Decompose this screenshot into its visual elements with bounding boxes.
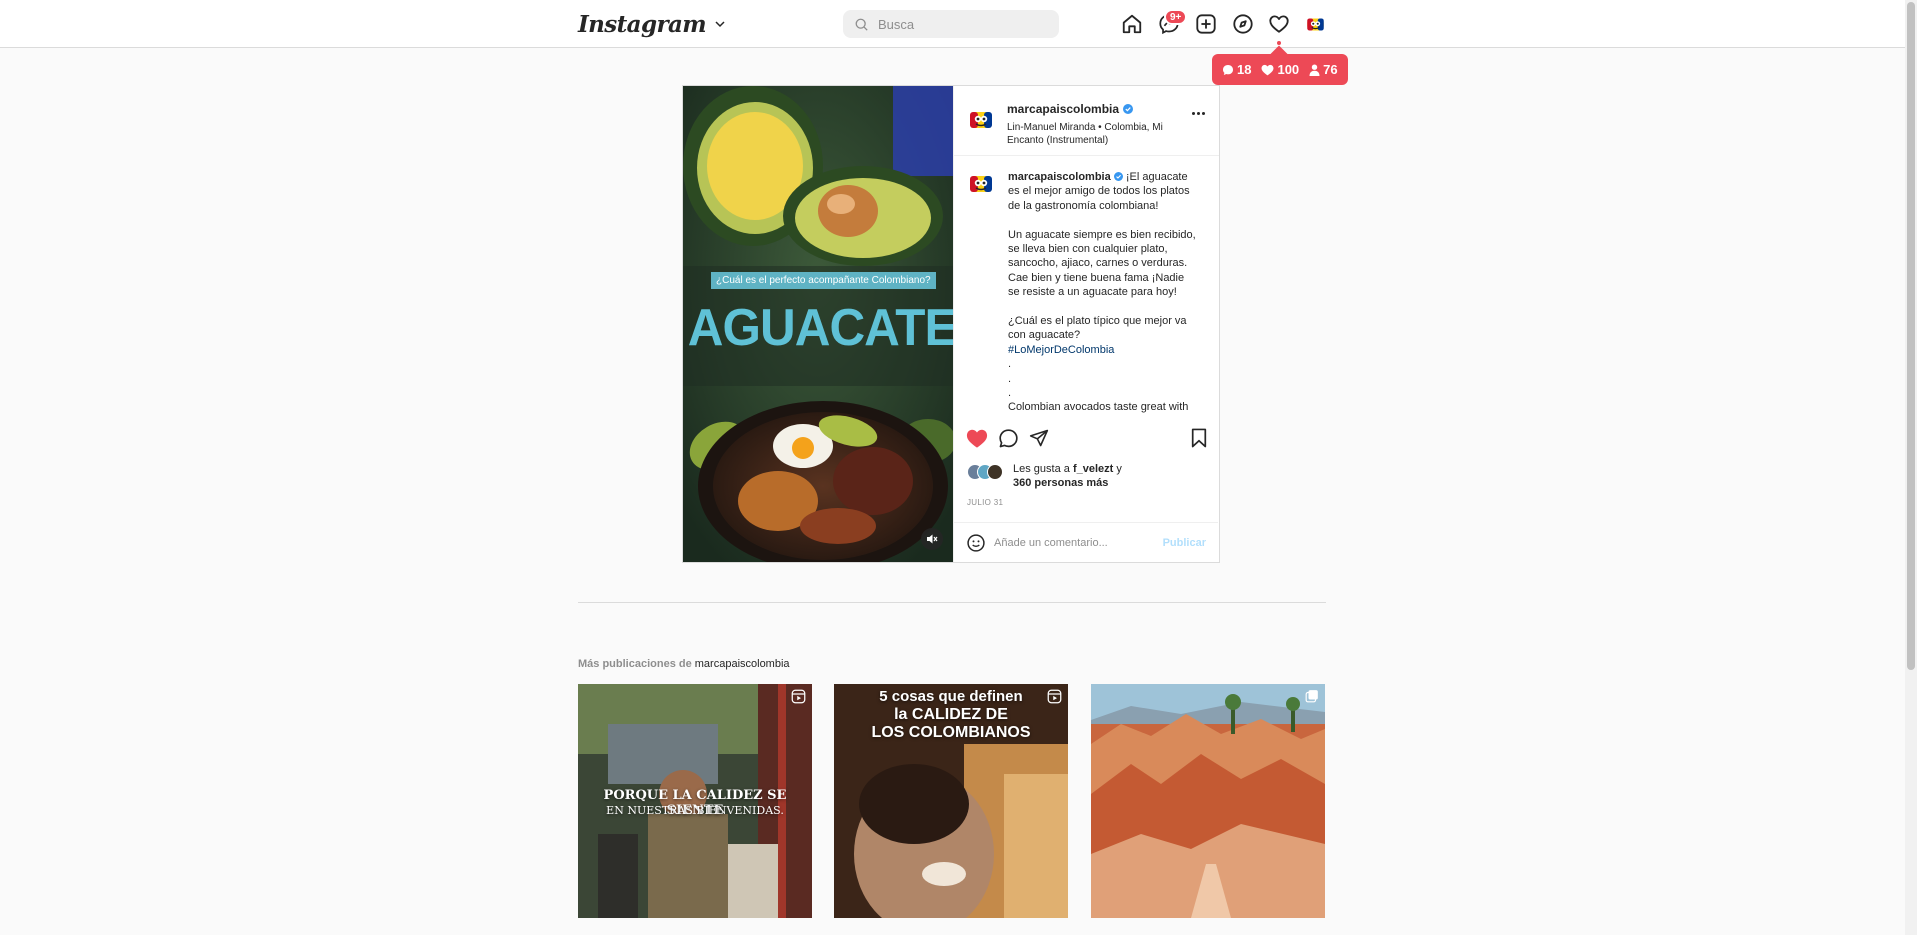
activity-dot [1277, 41, 1281, 45]
thumbnail-caption: EN NUESTRAS BIENVENIDAS. [606, 804, 784, 817]
home-icon[interactable] [1119, 11, 1145, 37]
scrollbar-thumb[interactable] [1907, 2, 1915, 670]
caption-author-avatar[interactable] [967, 170, 995, 198]
comment-bubble-icon [1223, 64, 1233, 75]
grid-post-thumbnail[interactable]: PORQUE LA CALIDEZ SE SIENTE EN NUESTRAS … [578, 684, 812, 918]
instagram-logo[interactable]: Instagram [578, 8, 726, 40]
section-divider [578, 602, 1326, 603]
followers-count: 76 [1323, 62, 1338, 77]
grid-post-thumbnail[interactable] [1091, 684, 1325, 918]
likes-notification: 100 [1261, 62, 1299, 77]
thumbnail-caption: la CALIDEZ DE [894, 706, 1008, 723]
likes-text: Les gusta a f_velezt y 360 personas más [1013, 462, 1122, 490]
more-posts-username[interactable]: marcapaiscolombia [695, 658, 790, 670]
post-header: marcapaiscolombia Lin-Manuel Miranda • C… [954, 86, 1219, 156]
save-bookmark-icon[interactable] [1190, 428, 1208, 453]
caption-dot: . [1008, 372, 1012, 385]
verified-badge-icon [1123, 104, 1134, 114]
caption-dot: . [1008, 358, 1012, 371]
person-icon [1309, 64, 1320, 76]
reels-icon [791, 689, 806, 704]
caption-hashtag[interactable]: #LoMejorDeColombia [1008, 343, 1198, 357]
chevron-down-icon [715, 21, 725, 28]
author-avatar[interactable] [967, 106, 995, 134]
reels-icon [1047, 689, 1062, 704]
activity-heart-icon[interactable] [1266, 11, 1292, 37]
video-tagline: ¿Cuál es el perfecto acompañante Colombi… [711, 272, 936, 289]
more-posts-heading: Más publicaciones de marcapaiscolombia [578, 658, 790, 670]
author-username[interactable]: marcapaiscolombia [1007, 102, 1134, 116]
caption-dot: . [1008, 387, 1012, 400]
post-video[interactable]: ¿Cuál es el perfecto acompañante Colombi… [683, 86, 953, 562]
more-options-icon[interactable] [1192, 112, 1205, 115]
search-input[interactable] [878, 16, 1038, 32]
caption-username[interactable]: marcapaiscolombia [1008, 171, 1111, 183]
comment-input[interactable] [994, 536, 1144, 549]
author-username-text: marcapaiscolombia [1007, 102, 1120, 116]
messages-badge: 9+ [1164, 9, 1188, 25]
caption-section: marcapaiscolombia ¡El aguacate es el mej… [954, 156, 1219, 426]
comments-notification: 18 [1222, 62, 1251, 77]
comment-icon[interactable] [998, 428, 1019, 454]
new-post-icon[interactable] [1193, 11, 1219, 37]
post-actions [966, 428, 1210, 452]
mute-button[interactable] [921, 528, 943, 550]
carousel-icon [1305, 689, 1319, 703]
desert-landscape-image [1091, 684, 1325, 918]
like-heart-icon[interactable] [966, 428, 988, 454]
post-sidebar: marcapaiscolombia Lin-Manuel Miranda • C… [953, 86, 1219, 562]
likes-prefix: Les gusta a [1013, 463, 1070, 475]
explore-icon[interactable] [1230, 11, 1256, 37]
followers-notification: 76 [1309, 62, 1338, 77]
caption-line [1008, 213, 1198, 227]
share-icon[interactable] [1029, 428, 1049, 453]
likes-count-link[interactable]: 360 personas más [1013, 477, 1108, 489]
liker-avatars[interactable] [967, 464, 1011, 482]
video-title-text: AGUACATE [687, 299, 953, 357]
caption-line: ¿Cuál es el plato típico que mejor va co… [1008, 315, 1187, 342]
page-scrollbar[interactable] [1905, 0, 1917, 935]
publish-button[interactable]: Publicar [1163, 537, 1206, 549]
caption-line [1008, 300, 1198, 314]
audio-attribution[interactable]: Lin-Manuel Miranda • Colombia, Mi Encant… [1007, 121, 1177, 147]
caption-line: Un aguacate siempre es bien recibido, se… [1008, 228, 1196, 299]
search-bar[interactable] [843, 10, 1059, 38]
search-icon [855, 18, 868, 31]
verified-badge-icon [1113, 172, 1123, 181]
thumbnail-caption: LOS COLOMBIANOS [871, 724, 1031, 741]
likes-suffix: y [1116, 463, 1122, 475]
post-card: ¿Cuál es el perfecto acompañante Colombi… [682, 85, 1220, 563]
post-caption: marcapaiscolombia ¡El aguacate es el mej… [1008, 170, 1198, 426]
emoji-icon[interactable] [966, 533, 986, 553]
liker-username[interactable]: f_velezt [1073, 463, 1113, 475]
speaker-muted-icon [927, 534, 938, 544]
likes-count: 100 [1277, 62, 1300, 77]
likes-summary: Les gusta a f_velezt y 360 personas más [967, 462, 1122, 490]
caption-line: Colombian avocados taste great with [1008, 401, 1189, 414]
comments-count: 18 [1237, 62, 1252, 77]
heart-icon [1262, 64, 1274, 75]
logo-text: Instagram [578, 10, 707, 38]
add-comment-row: Publicar [954, 522, 1218, 562]
post-date[interactable]: JULIO 31 [967, 498, 1003, 507]
top-navigation: Instagram 9+ [0, 0, 1905, 48]
activity-notification-popup[interactable]: 18 100 76 [1212, 54, 1348, 85]
profile-avatar[interactable] [1305, 14, 1326, 35]
grid-post-thumbnail[interactable]: 5 cosas que definen la CALIDEZ DE LOS CO… [834, 684, 1068, 918]
liker-avatar [987, 464, 1003, 480]
more-posts-prefix: Más publicaciones de [578, 658, 692, 670]
thumbnail-caption: 5 cosas que definen [879, 688, 1023, 705]
